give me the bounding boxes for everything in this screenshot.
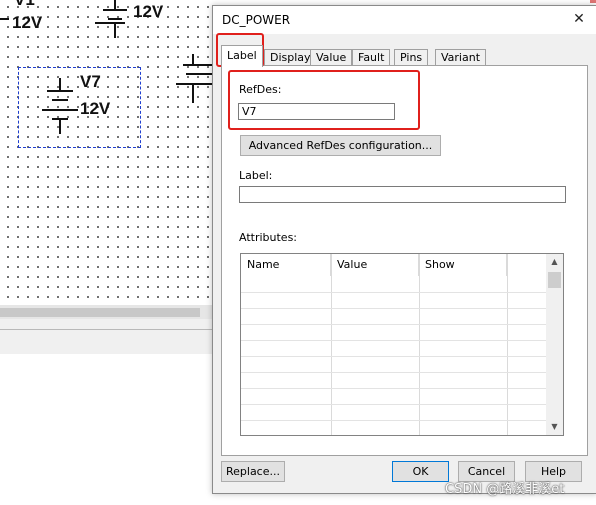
component-voltage-label: 12V [12,13,43,32]
advanced-refdes-button[interactable]: Advanced RefDes configuration... [240,135,441,156]
highlight-refdes-field [228,70,420,130]
scroll-down-icon[interactable]: ▼ [546,419,563,435]
selected-component-refdes: V7 [80,72,101,91]
battery-lead-bottom [192,85,194,103]
tab-label[interactable]: Label [221,45,263,67]
component-properties-dialog: DC_POWER ✕ Label Display Value Fault Pin… [212,5,596,494]
replace-button[interactable]: Replace... [221,461,285,482]
battery-plate-long [176,83,212,85]
tab-variant[interactable]: Variant [435,49,487,66]
battery-plate-long [95,22,125,24]
attributes-label: Attributes: [239,231,298,244]
table-row[interactable] [241,404,547,421]
battery-plate-short [108,18,122,20]
label-field-label: Label: [239,169,273,182]
watermark-text: CSDN @路溪非溪et [445,482,565,497]
battery-plate-long [47,90,73,92]
tab-display[interactable]: Display [264,49,317,66]
scrollbar-thumb[interactable] [0,308,200,317]
ok-button[interactable]: OK [392,461,449,482]
vertical-scrollbar[interactable]: ▲ ▼ [546,254,563,435]
battery-plate-long [42,109,78,111]
battery-lead-bottom [59,120,61,134]
battery-plate-long [103,9,127,11]
battery-plate-long [183,64,212,66]
table-row[interactable] [241,372,547,389]
table-row[interactable] [241,324,547,341]
column-header-name[interactable]: Name [241,254,331,276]
attributes-table[interactable]: Name Value Show ▲ ▼ [240,253,564,436]
close-icon[interactable]: ✕ [570,10,588,28]
table-row[interactable] [241,292,547,309]
column-header-show[interactable]: Show [419,254,507,276]
column-header-value[interactable]: Value [331,254,419,276]
battery-lead-bottom [114,24,116,38]
tab-value[interactable]: Value [310,49,353,66]
battery-lead-top [114,0,116,9]
dialog-titlebar[interactable]: DC_POWER ✕ [213,6,596,34]
battery-lead-top [59,78,61,90]
component-voltage-label: 12V [133,2,164,21]
scroll-up-icon[interactable]: ▲ [546,254,563,270]
table-row[interactable] [241,388,547,405]
battery-lead-top [192,54,194,64]
table-row[interactable] [241,356,547,373]
scrollbar-thumb[interactable] [548,272,561,288]
table-row[interactable] [241,308,547,325]
tab-fault[interactable]: Fault [352,49,391,66]
selected-component-voltage: 12V [80,99,111,118]
battery-plate-short [52,99,68,101]
component-refdes-partial: V1 [14,0,35,8]
table-row[interactable] [241,420,547,435]
dialog-title: DC_POWER [222,13,291,27]
battery-plate-short [186,73,212,75]
table-row[interactable] [241,340,547,357]
battery-symbol-partial [0,18,9,20]
label-input[interactable] [239,186,566,203]
tab-pins[interactable]: Pins [394,49,429,66]
